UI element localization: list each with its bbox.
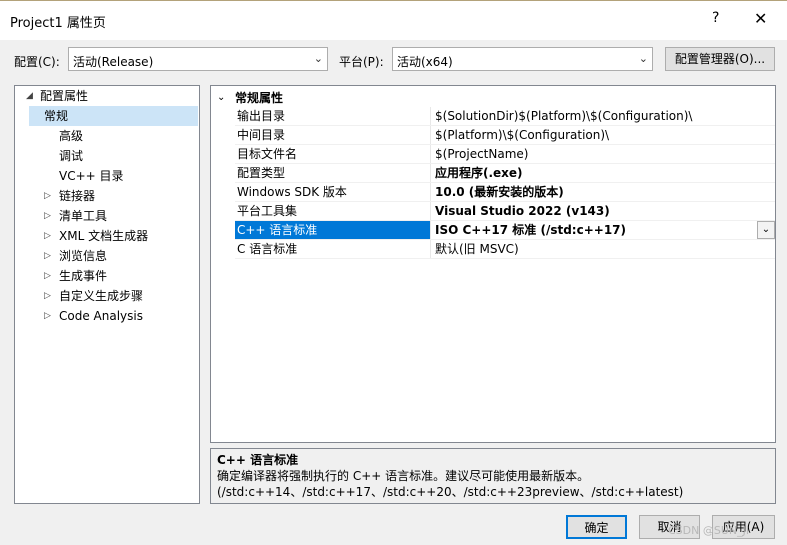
property-row-configuration-type[interactable]: 配置类型 应用程序(.exe) bbox=[235, 164, 775, 183]
ok-button[interactable]: 确定 bbox=[566, 515, 627, 539]
description-title: C++ 语言标准 bbox=[217, 453, 299, 467]
chevron-down-icon[interactable]: ⌄ bbox=[757, 221, 775, 239]
collapse-arrow-icon[interactable]: ⌄ bbox=[217, 89, 225, 107]
tree-item-label: 自定义生成步骤 bbox=[59, 289, 144, 303]
tree-item-label: 调试 bbox=[59, 149, 84, 163]
category-general-properties[interactable]: ⌄ 常规属性 bbox=[211, 89, 775, 107]
property-value: 默认(旧 MSVC) bbox=[435, 242, 519, 256]
property-name: C++ 语言标准 bbox=[235, 221, 431, 239]
tree-item-advanced[interactable]: 高级 bbox=[15, 126, 199, 146]
property-name: 配置类型 bbox=[235, 164, 431, 182]
property-value: 应用程序(.exe) bbox=[435, 166, 523, 180]
category-label: 常规属性 bbox=[235, 91, 284, 105]
expand-arrow-icon[interactable]: ▷ bbox=[44, 206, 51, 226]
tree-item-code-analysis[interactable]: ▷ Code Analysis bbox=[15, 306, 199, 326]
watermark: CSDN @SUN_JI bbox=[668, 524, 750, 537]
tree-item-browse-information[interactable]: ▷ 浏览信息 bbox=[15, 246, 199, 266]
property-row-target-name[interactable]: 目标文件名 $(ProjectName) bbox=[235, 145, 775, 164]
property-value: ISO C++17 标准 (/std:c++17) bbox=[435, 223, 626, 237]
chevron-down-icon: ⌄ bbox=[313, 52, 323, 65]
chevron-down-icon: ⌄ bbox=[638, 52, 648, 65]
property-row-output-directory[interactable]: 输出目录 $(SolutionDir)$(Platform)\$(Configu… bbox=[235, 107, 775, 126]
tree-item-label: 浏览信息 bbox=[59, 249, 108, 263]
property-value: $(ProjectName) bbox=[435, 147, 529, 161]
tree-item-xml-document-generator[interactable]: ▷ XML 文档生成器 bbox=[15, 226, 199, 246]
tree-item-vc-directories[interactable]: VC++ 目录 bbox=[15, 166, 199, 186]
expand-arrow-icon[interactable]: ▷ bbox=[44, 306, 51, 326]
configuration-manager-button[interactable]: 配置管理器(O)... bbox=[665, 47, 775, 71]
platform-label: 平台(P): bbox=[339, 55, 384, 69]
property-row-c-language-standard[interactable]: C 语言标准 默认(旧 MSVC) bbox=[235, 240, 775, 259]
configuration-value: 活动(Release) bbox=[73, 55, 154, 69]
property-value: $(SolutionDir)$(Platform)\$(Configuratio… bbox=[435, 109, 693, 123]
property-name: 目标文件名 bbox=[235, 145, 431, 163]
close-button[interactable]: ✕ bbox=[754, 9, 767, 28]
description-panel: C++ 语言标准 确定编译器将强制执行的 C++ 语言标准。建议尽可能使用最新版… bbox=[210, 448, 776, 504]
expand-arrow-icon[interactable]: ▷ bbox=[44, 186, 51, 206]
title-bar: Project1 属性页 ? ✕ bbox=[0, 0, 787, 40]
property-value: 10.0 (最新安装的版本) bbox=[435, 185, 564, 199]
collapse-arrow-icon[interactable]: ◢ bbox=[26, 86, 33, 106]
property-name: 中间目录 bbox=[235, 126, 431, 144]
tree-item-label: VC++ 目录 bbox=[59, 169, 124, 183]
configuration-combo[interactable]: 活动(Release) ⌄ bbox=[68, 47, 328, 71]
tree-item-label: 高级 bbox=[59, 129, 84, 143]
property-name: 输出目录 bbox=[235, 107, 431, 125]
help-button[interactable]: ? bbox=[712, 10, 719, 26]
property-name: 平台工具集 bbox=[235, 202, 431, 220]
tree-item-label: 链接器 bbox=[59, 189, 96, 203]
property-name: Windows SDK 版本 bbox=[235, 183, 431, 201]
expand-arrow-icon[interactable]: ▷ bbox=[44, 286, 51, 306]
tree-item-label: 配置属性 bbox=[40, 89, 89, 103]
tree-item-label: 常规 bbox=[29, 106, 198, 126]
tree-item-debugging[interactable]: 调试 bbox=[15, 146, 199, 166]
platform-combo[interactable]: 活动(x64) ⌄ bbox=[392, 47, 653, 71]
description-text: 确定编译器将强制执行的 C++ 语言标准。建议尽可能使用最新版本。(/std:c… bbox=[217, 469, 684, 499]
expand-arrow-icon[interactable]: ▷ bbox=[44, 246, 51, 266]
window-title: Project1 属性页 bbox=[10, 16, 106, 31]
tree-item-linker[interactable]: ▷ 链接器 bbox=[15, 186, 199, 206]
expand-arrow-icon[interactable]: ▷ bbox=[44, 266, 51, 286]
property-value: $(Platform)\$(Configuration)\ bbox=[435, 128, 610, 142]
tree-item-label: XML 文档生成器 bbox=[59, 229, 149, 243]
property-grid: ⌄ 常规属性 输出目录 $(SolutionDir)$(Platform)\$(… bbox=[210, 85, 776, 443]
tree-item-custom-build-step[interactable]: ▷ 自定义生成步骤 bbox=[15, 286, 199, 306]
configuration-label: 配置(C): bbox=[14, 55, 60, 69]
property-name: C 语言标准 bbox=[235, 240, 431, 258]
tree-item-manifest-tool[interactable]: ▷ 清单工具 bbox=[15, 206, 199, 226]
tree-item-build-events[interactable]: ▷ 生成事件 bbox=[15, 266, 199, 286]
configuration-row: 配置(C): 活动(Release) ⌄ 平台(P): 活动(x64) ⌄ 配置… bbox=[0, 47, 787, 73]
property-row-intermediate-directory[interactable]: 中间目录 $(Platform)\$(Configuration)\ bbox=[235, 126, 775, 145]
property-tree: ◢ 配置属性 常规 高级 调试 VC++ 目录 ▷ 链接器 ▷ 清单工具 ▷ X… bbox=[14, 85, 200, 504]
property-row-platform-toolset[interactable]: 平台工具集 Visual Studio 2022 (v143) bbox=[235, 202, 775, 221]
property-row-cpp-language-standard[interactable]: C++ 语言标准 ISO C++17 标准 (/std:c++17) ⌄ bbox=[235, 221, 775, 240]
property-row-windows-sdk-version[interactable]: Windows SDK 版本 10.0 (最新安装的版本) bbox=[235, 183, 775, 202]
property-value: Visual Studio 2022 (v143) bbox=[435, 204, 610, 218]
tree-item-label: 生成事件 bbox=[59, 269, 108, 283]
tree-item-configuration-properties[interactable]: ◢ 配置属性 bbox=[15, 86, 199, 106]
platform-value: 活动(x64) bbox=[397, 55, 453, 69]
expand-arrow-icon[interactable]: ▷ bbox=[44, 226, 51, 246]
tree-item-label: 清单工具 bbox=[59, 209, 108, 223]
tree-item-general[interactable]: 常规 bbox=[15, 106, 199, 126]
tree-item-label: Code Analysis bbox=[59, 309, 143, 323]
